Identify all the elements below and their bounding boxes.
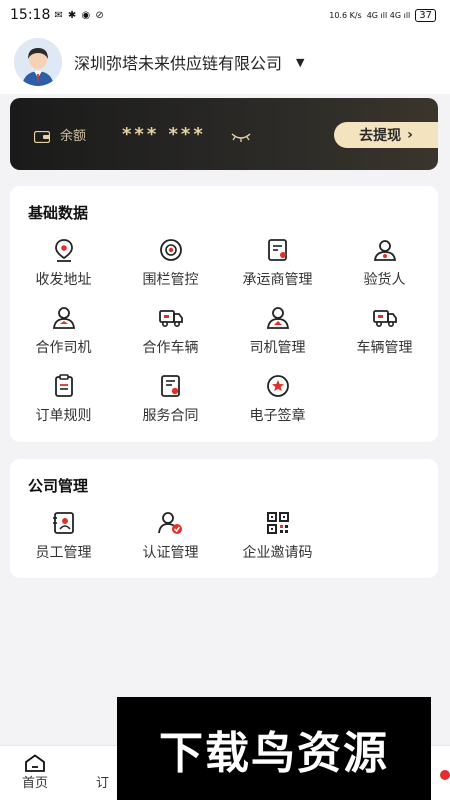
menu-item-employee[interactable]: 员工管理 [10,506,117,574]
watermark-banner: 下载鸟资源 [117,697,431,800]
chevron-right-icon: › [407,127,413,143]
location-pin-icon [54,239,73,262]
chevron-down-icon[interactable]: ▼ [296,56,304,69]
wallet-icon [33,128,51,144]
menu-item-service-contract[interactable]: 服务合同 [117,369,224,437]
nav-order-label: 订 [96,776,110,791]
menu-label: 合作车辆 [142,340,199,356]
employee-card-icon [52,512,74,534]
home-icon [25,754,45,772]
menu-label: 收发地址 [35,272,92,288]
menu-label: 车辆管理 [356,340,413,356]
seal-star-icon [266,375,289,397]
menu-label: 合作司机 [35,340,92,356]
menu-item-fence[interactable]: 围栏管控 [117,233,224,301]
section-title: 基础数据 [28,204,89,222]
basic-data-panel: 基础数据 收发地址 围栏管控 承运商管理 验货人 合作司机 合作车辆 司机管理 … [10,186,438,442]
menu-label: 认证管理 [142,545,199,561]
menu-item-vehicle-manage[interactable]: 车辆管理 [331,301,438,369]
balance-value: *** *** [122,123,206,145]
menu-item-driver-manage[interactable]: 司机管理 [224,301,331,369]
menu-label: 电子签章 [249,408,306,424]
company-name[interactable]: 深圳弥塔未来供应链有限公司 [74,50,282,74]
menu-label: 司机管理 [249,340,306,356]
menu-label: 服务合同 [142,408,199,424]
vehicle-manage-icon [372,310,397,327]
company-header[interactable]: 深圳弥塔未来供应链有限公司 ▼ [0,30,450,94]
status-bar: 15:18 ✉ ✱ ◉ ⊘ 10.6 K/s 4G ıll 4G ıll 37 [0,0,450,30]
contract-icon [160,375,180,397]
clipboard-icon [54,374,73,397]
nav-badge [440,770,450,780]
battery-icon: 37 [415,8,436,22]
section-title: 公司管理 [28,477,89,495]
menu-item-carrier[interactable]: 承运商管理 [224,233,331,301]
signal-icon: 4G ıll 4G ıll [366,10,411,20]
status-time: 15:18 [10,7,51,23]
menu-item-address[interactable]: 收发地址 [10,233,117,301]
carrier-document-icon [267,239,287,261]
driver-manage-icon [266,307,289,329]
status-notification-icons: ✉ ✱ ◉ ⊘ [54,9,105,21]
menu-label: 订单规则 [35,408,92,424]
menu-label: 验货人 [363,272,406,288]
company-management-panel: 公司管理 员工管理 认证管理 企业邀请码 [10,459,438,578]
driver-icon [52,307,75,329]
net-speed: 10.6 K/s [329,10,362,20]
watermark-text: 下载鸟资源 [159,727,389,779]
withdraw-button[interactable]: 去提现 › [334,122,438,148]
nav-home-label: 首页 [22,776,49,791]
menu-item-partner-driver[interactable]: 合作司机 [10,301,117,369]
menu-label: 员工管理 [35,545,92,561]
inspector-user-icon [373,240,396,261]
avatar[interactable] [14,38,62,86]
menu-item-inspector[interactable]: 验货人 [331,233,438,301]
eye-closed-icon[interactable] [230,128,252,142]
withdraw-label: 去提现 [359,128,402,144]
balance-label: 余额 [60,128,87,144]
nav-order[interactable]: 订 [96,754,109,791]
menu-label: 围栏管控 [142,272,199,288]
menu-label: 承运商管理 [242,272,313,288]
menu-item-invite-code[interactable]: 企业邀请码 [224,506,331,574]
menu-item-partner-vehicle[interactable]: 合作车辆 [117,301,224,369]
menu-item-order-rules[interactable]: 订单规则 [10,369,117,437]
truck-icon [158,310,183,327]
fence-target-icon [159,239,182,261]
menu-item-e-seal[interactable]: 电子签章 [224,369,331,437]
menu-item-certification[interactable]: 认证管理 [117,506,224,574]
qrcode-icon [266,512,289,534]
balance-card: 余额 *** *** 去提现 › [10,98,438,170]
menu-label: 企业邀请码 [242,545,313,561]
nav-home[interactable]: 首页 [22,754,48,791]
certification-icon [157,512,182,534]
